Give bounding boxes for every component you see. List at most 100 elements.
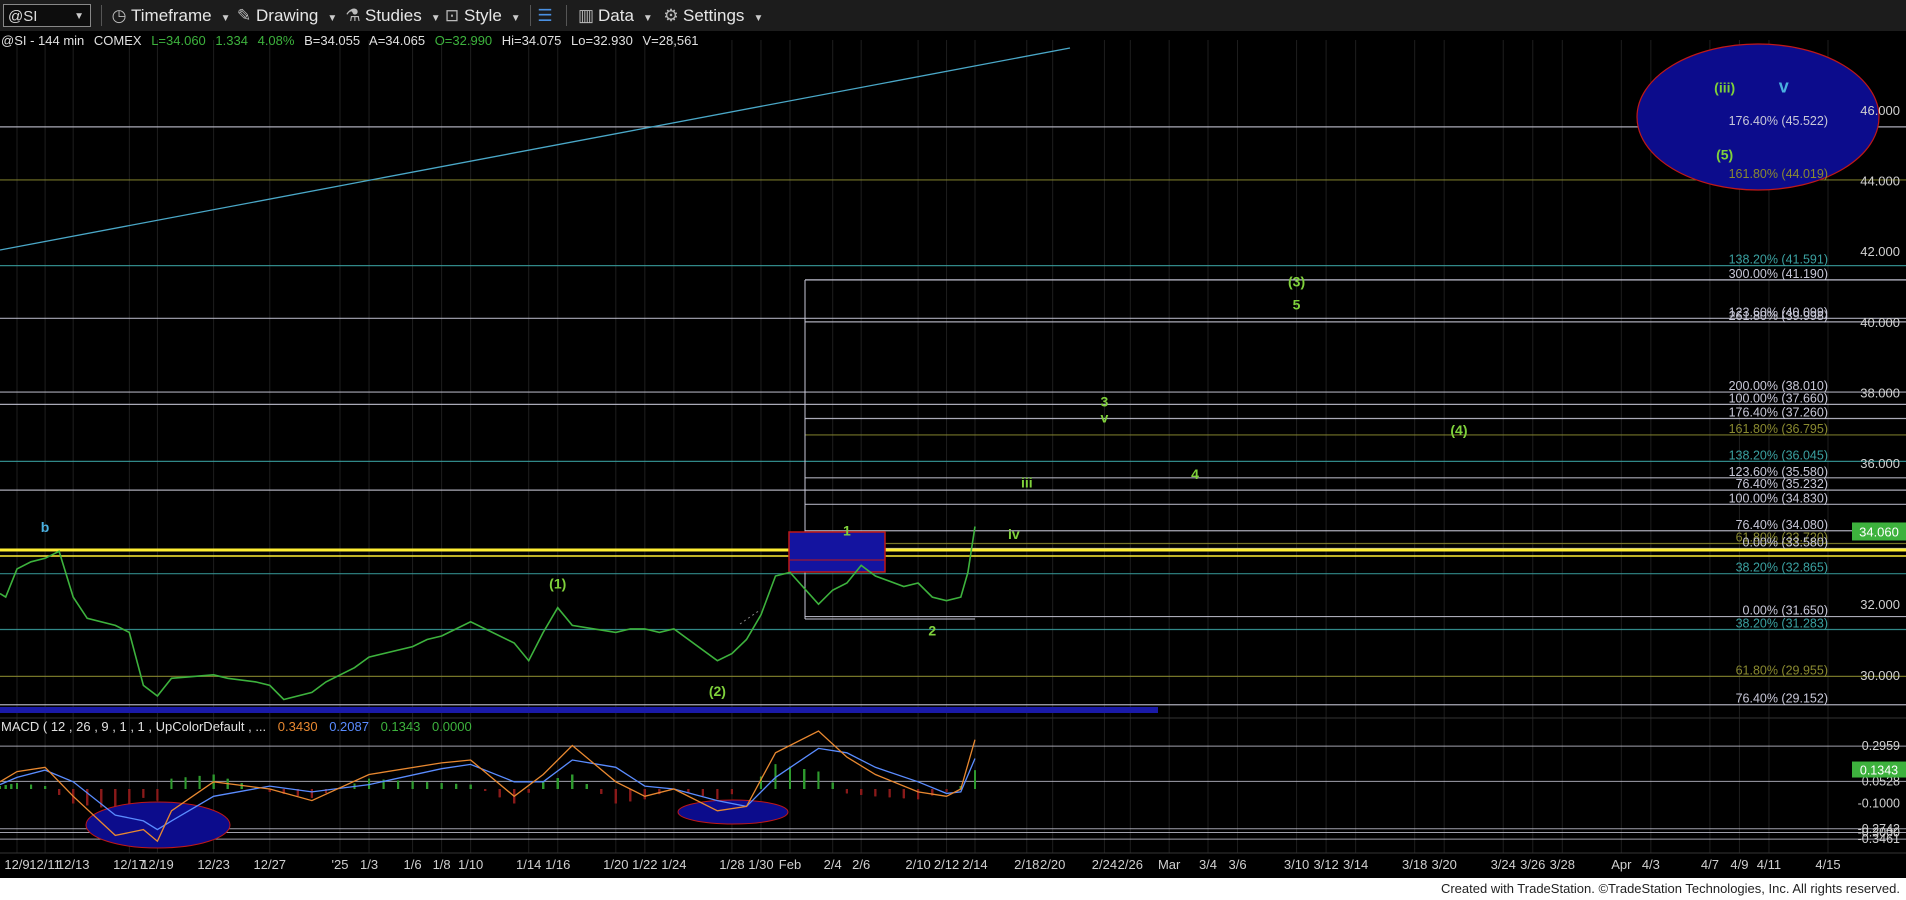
wave-label: 4 bbox=[1191, 466, 1199, 482]
x-tick-label: 12/23 bbox=[197, 857, 230, 872]
fib-level-label: 76.40% (29.152) bbox=[1736, 692, 1828, 706]
fib-level-label: 138.20% (41.591) bbox=[1729, 253, 1828, 267]
ask-price: A=34.065 bbox=[369, 33, 425, 48]
fib-level-label: 161.80% (36.795) bbox=[1729, 422, 1828, 436]
volume: V=28,561 bbox=[643, 33, 699, 48]
x-tick-label: 2/24 bbox=[1092, 857, 1117, 872]
chevron-down-icon: ▼ bbox=[220, 13, 231, 24]
gear-icon: ⚙ bbox=[663, 6, 679, 25]
price-tick-label: 42.000 bbox=[1860, 244, 1900, 259]
x-tick-label: 3/26 bbox=[1520, 857, 1545, 872]
x-tick-label: 12/9 bbox=[4, 857, 29, 872]
drawing-menu[interactable]: ✎ Drawing ▼ bbox=[235, 0, 337, 31]
footer: Created with TradeStation. ©TradeStation… bbox=[0, 878, 1906, 900]
studies-label: Studies bbox=[365, 6, 422, 25]
price-tick-label: 40.000 bbox=[1860, 315, 1900, 330]
layout-icon: ☰ bbox=[537, 6, 553, 25]
price-chart[interactable]: 176.40% (45.522)161.80% (44.019)138.20% … bbox=[0, 31, 1906, 878]
x-tick-label: 2/10 bbox=[905, 857, 930, 872]
x-tick-label: 3/24 bbox=[1491, 857, 1516, 872]
x-tick-label: 1/6 bbox=[404, 857, 422, 872]
x-tick-label: 1/30 bbox=[748, 857, 773, 872]
x-tick-label: 1/24 bbox=[661, 857, 686, 872]
x-tick-label: 2/4 bbox=[824, 857, 842, 872]
wave-label: (iii) bbox=[1714, 79, 1735, 95]
x-tick-label: 2/6 bbox=[852, 857, 870, 872]
macd-signal-value: 0.2087 bbox=[329, 719, 369, 734]
chart-background bbox=[0, 31, 1906, 878]
x-tick-label: 2/12 bbox=[934, 857, 959, 872]
chevron-down-icon[interactable]: ▼ bbox=[74, 5, 84, 28]
x-tick-label: 3/28 bbox=[1550, 857, 1575, 872]
fib-level-label: 0.00% (33.580) bbox=[1743, 535, 1828, 549]
wave-label: (4) bbox=[1450, 422, 1467, 438]
wave-label: 2 bbox=[928, 622, 936, 638]
symbol-text: @SI bbox=[8, 8, 38, 25]
x-tick-label: 4/15 bbox=[1815, 857, 1840, 872]
settings-label: Settings bbox=[683, 6, 745, 25]
x-tick-label: '25 bbox=[332, 857, 349, 872]
net-change: 1.334 bbox=[215, 33, 248, 48]
timeframe-label: Timeframe bbox=[131, 6, 212, 25]
fib-level-label: 261.80% (39.998) bbox=[1729, 309, 1828, 323]
wave-label: (2) bbox=[709, 683, 726, 699]
bar-chart-icon: ▥ bbox=[577, 6, 595, 25]
toolbar-separator bbox=[566, 5, 567, 26]
wave-label: 1 bbox=[843, 522, 851, 538]
x-tick-label: Feb bbox=[779, 857, 801, 872]
clock-icon: ◷ bbox=[111, 6, 127, 25]
macd-tick-label: -0.3000 bbox=[1858, 826, 1900, 840]
symbol-input[interactable]: @SI ▼ bbox=[3, 4, 91, 27]
fib-level-label: 161.80% (44.019) bbox=[1729, 167, 1828, 181]
x-tick-label: 4/7 bbox=[1701, 857, 1719, 872]
footer-text: Created with TradeStation. ©TradeStation… bbox=[1440, 881, 1900, 896]
wave-label: (5) bbox=[1716, 146, 1733, 162]
chevron-down-icon: ▼ bbox=[510, 13, 521, 24]
wave-1-box[interactable] bbox=[788, 531, 886, 573]
open-price: O=32.990 bbox=[435, 33, 492, 48]
price-tick-label: 46.000 bbox=[1860, 103, 1900, 118]
chart-header: @SI - 144 min COMEX L=34.060 1.334 4.08%… bbox=[1, 33, 699, 48]
x-tick-label: Mar bbox=[1158, 857, 1181, 872]
x-tick-label: 3/18 bbox=[1402, 857, 1427, 872]
last-price-label: 34.060 bbox=[1859, 524, 1899, 539]
fib-level-label: 61.80% (29.955) bbox=[1736, 663, 1828, 677]
fib-level-label: 38.20% (31.283) bbox=[1736, 617, 1828, 631]
timeframe-menu[interactable]: ◷ Timeframe ▼ bbox=[110, 0, 231, 31]
x-tick-label: 1/10 bbox=[458, 857, 483, 872]
fib-level-label: 100.00% (37.660) bbox=[1729, 391, 1828, 405]
macd-header: MACD ( 12 , 26 , 9 , 1 , 1 , UpColorDefa… bbox=[1, 719, 472, 734]
x-tick-label: 12/13 bbox=[57, 857, 90, 872]
macd-tick-label: -0.1000 bbox=[1858, 797, 1900, 811]
chevron-down-icon: ▼ bbox=[430, 13, 441, 24]
x-tick-label: Apr bbox=[1611, 857, 1632, 872]
data-menu[interactable]: ▥ Data ▼ bbox=[577, 0, 653, 31]
macd-label: MACD ( 12 , 26 , 9 , 1 , 1 , UpColorDefa… bbox=[1, 719, 266, 734]
wave-label: b bbox=[41, 519, 50, 535]
chevron-down-icon: ▼ bbox=[327, 13, 338, 24]
studies-menu[interactable]: ⚗ Studies ▼ bbox=[344, 0, 441, 31]
x-tick-label: 3/6 bbox=[1228, 857, 1246, 872]
fib-level-label: 138.20% (36.045) bbox=[1729, 448, 1828, 462]
wave-label: (1) bbox=[549, 575, 566, 591]
toolbar-separator bbox=[101, 5, 102, 26]
wave-label: v bbox=[1101, 409, 1109, 425]
time-band bbox=[0, 707, 1158, 713]
pct-change: 4.08% bbox=[258, 33, 295, 48]
price-tick-label: 32.000 bbox=[1860, 597, 1900, 612]
x-tick-label: 3/12 bbox=[1313, 857, 1338, 872]
macd-zero-value: 0.0000 bbox=[432, 719, 472, 734]
price-tick-label: 38.000 bbox=[1860, 385, 1900, 400]
settings-menu[interactable]: ⚙ Settings ▼ bbox=[662, 0, 763, 31]
layout-button[interactable]: ☰ bbox=[536, 0, 557, 31]
x-tick-label: 3/4 bbox=[1199, 857, 1217, 872]
x-tick-label: 2/18 bbox=[1014, 857, 1039, 872]
x-tick-label: 1/20 bbox=[603, 857, 628, 872]
style-menu[interactable]: ⊡ Style ▼ bbox=[443, 0, 521, 31]
data-label: Data bbox=[598, 6, 634, 25]
wave-label: 5 bbox=[1293, 296, 1301, 312]
bid-price: B=34.055 bbox=[304, 33, 360, 48]
macd-hist-value: 0.1343 bbox=[381, 719, 421, 734]
x-tick-label: 4/9 bbox=[1730, 857, 1748, 872]
last-price: L=34.060 bbox=[151, 33, 206, 48]
